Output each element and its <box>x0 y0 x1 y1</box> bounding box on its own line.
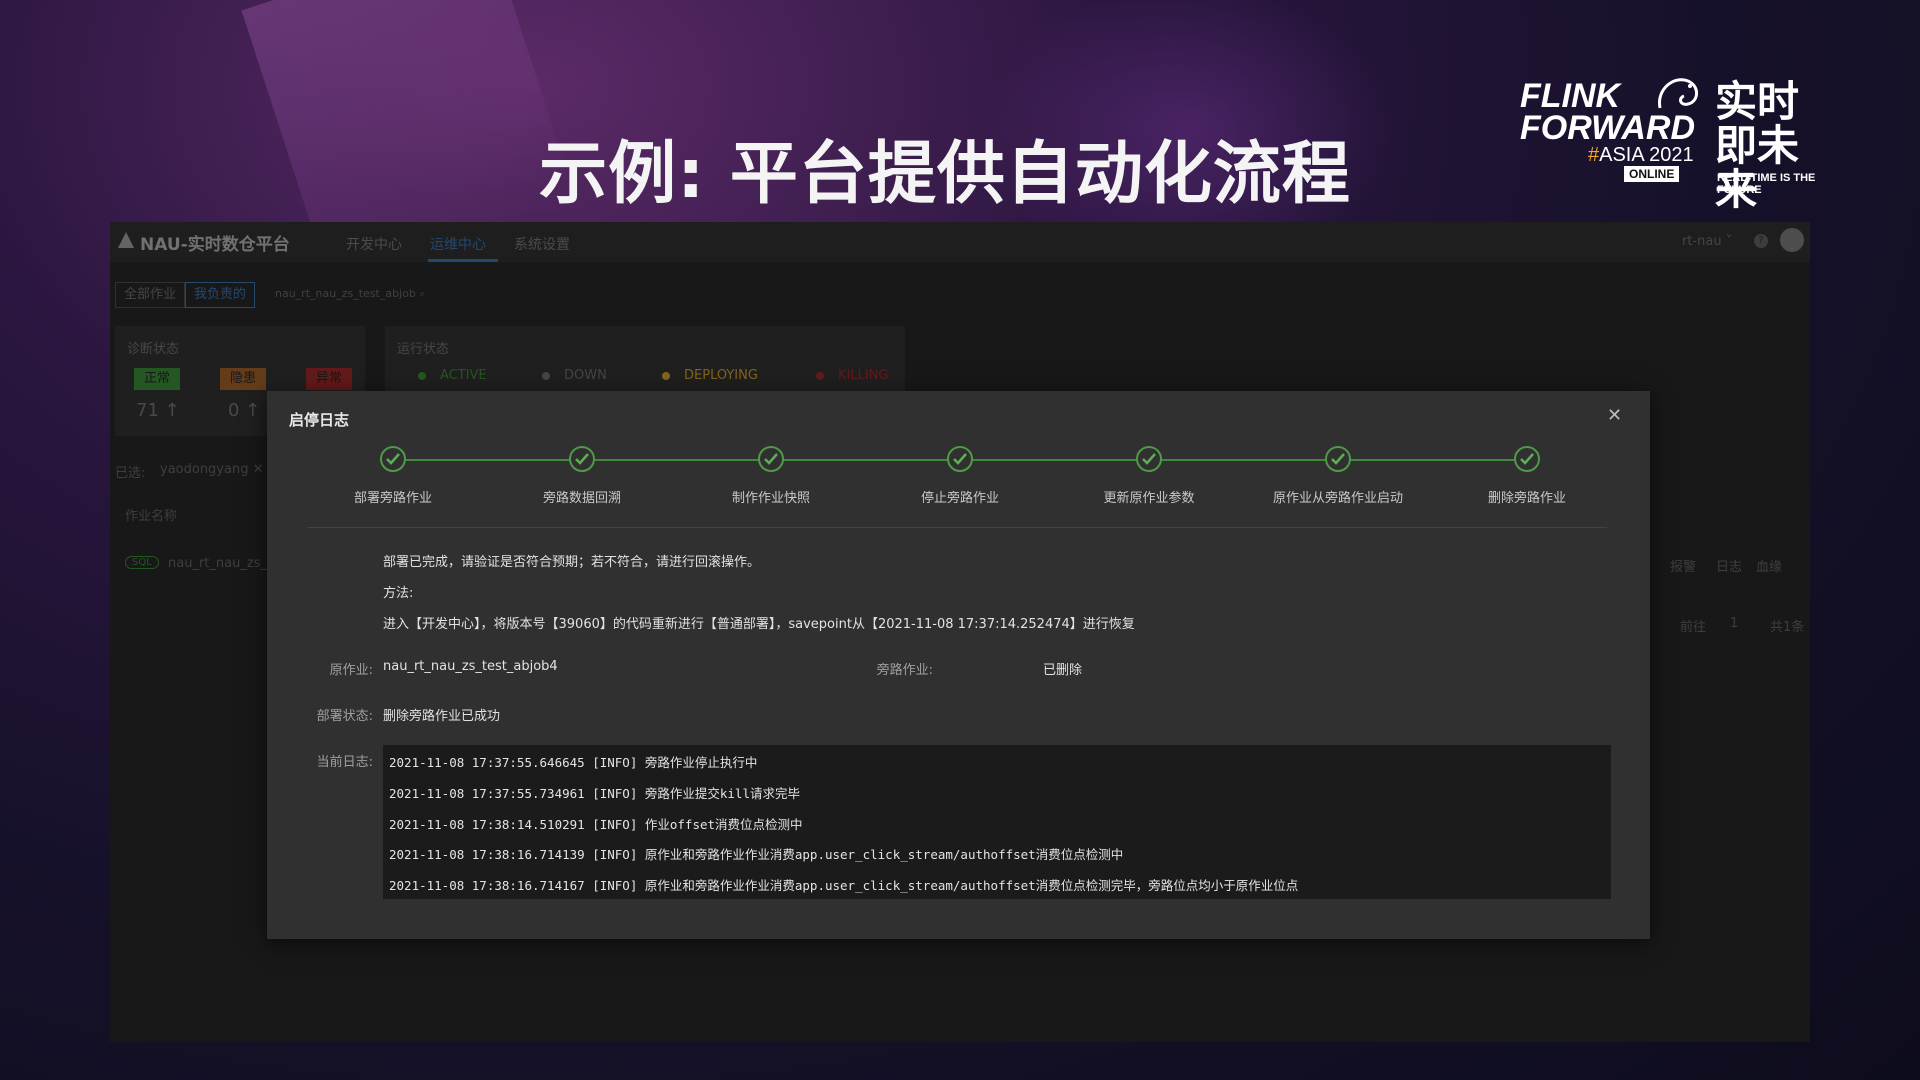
close-icon[interactable]: ✕ <box>1607 405 1622 426</box>
bypass-job-value: 已删除 <box>1043 663 1083 678</box>
completion-message: 部署已完成，请验证是否符合预期；若不符合，请进行回滚操作。 <box>383 555 761 570</box>
deploy-status-label: 部署状态: <box>316 709 373 724</box>
step-6-check-icon <box>1325 446 1351 472</box>
bypass-job-label: 旁路作业: <box>876 663 933 678</box>
step-1-check-icon <box>380 446 406 472</box>
step-5-check-icon <box>1136 446 1162 472</box>
deploy-status-value: 删除旁路作业已成功 <box>383 709 501 724</box>
original-job-value: nau_rt_nau_zs_test_abjob4 <box>383 659 558 674</box>
step-5-label: 更新原作业参数 <box>1103 491 1195 506</box>
step-7-check-icon <box>1514 446 1540 472</box>
step-2-label: 旁路数据回溯 <box>542 491 621 506</box>
log-console[interactable]: 2021-11-08 17:37:55.646645 [INFO] 旁路作业停止… <box>383 745 1611 899</box>
step-4-check-icon <box>947 446 973 472</box>
log-line: 2021-11-08 17:37:55.734961 [INFO] 旁路作业提交… <box>389 786 800 801</box>
log-line: 2021-11-08 17:38:16.714167 [INFO] 原作业和旁路… <box>389 878 1299 893</box>
steps-divider <box>307 527 1607 528</box>
squirrel-icon <box>1658 78 1698 109</box>
step-6-label: 原作业从旁路作业启动 <box>1272 491 1403 506</box>
step-3-label: 制作作业快照 <box>731 491 810 506</box>
original-job-label: 原作业: <box>329 663 373 678</box>
method-text: 进入【开发中心】，将版本号【39060】的代码重新进行【普通部署】，savepo… <box>383 617 1135 632</box>
dialog-title: 启停日志 <box>289 411 350 429</box>
logo-english-slogan: REAL-TIME IS THE FUTURE <box>1717 172 1816 196</box>
start-stop-log-dialog: 启停日志 ✕ 部署旁路作业 旁路数据回溯 制作作业快照 停止旁路作业 更新原作业… <box>267 391 1650 939</box>
step-7-label: 删除旁路作业 <box>1487 491 1566 506</box>
method-label: 方法: <box>383 586 414 601</box>
logo-online-badge: ONLINE <box>1624 166 1680 182</box>
logo-asia: #ASIA 2021 <box>1588 144 1694 166</box>
step-4-label: 停止旁路作业 <box>920 491 999 506</box>
log-line: 2021-11-08 17:38:16.714139 [INFO] 原作业和旁路… <box>389 847 1124 862</box>
log-line: 2021-11-08 17:38:14.510291 [INFO] 作业offs… <box>389 817 803 832</box>
current-log-label: 当前日志: <box>316 755 373 770</box>
log-line: 2021-11-08 17:37:55.646645 [INFO] 旁路作业停止… <box>389 755 758 770</box>
step-1-label: 部署旁路作业 <box>353 491 432 506</box>
step-3-check-icon <box>758 446 784 472</box>
step-2-check-icon <box>569 446 595 472</box>
flink-forward-logo: FLINK FORWARD #ASIA 2021 ONLINE 实时 即未来 R… <box>1520 78 1840 212</box>
